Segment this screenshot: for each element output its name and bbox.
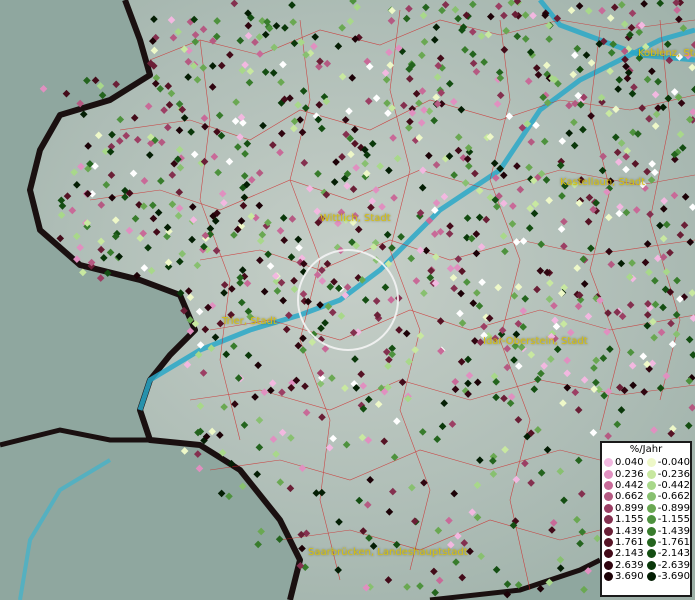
legend-label: -2.143 — [657, 548, 690, 560]
legend-swatch-icon — [604, 515, 613, 525]
legend-swatch-icon — [604, 469, 613, 479]
legend-entry-positive: 2.143 — [604, 548, 647, 559]
legend-label: -1.439 — [657, 525, 690, 537]
legend-label: 2.639 — [615, 559, 644, 571]
legend-swatch-icon — [646, 480, 656, 490]
legend-entry-positive: 0.899 — [604, 503, 647, 514]
legend-entry-positive: 0.442 — [604, 480, 647, 491]
legend-entry-negative: -1.439 — [646, 525, 690, 537]
legend-entry-negative: -0.236 — [646, 468, 690, 480]
map-legend: %/Jahr 0.040 -0.040 0.236 -0.236 0.442 -0.442… — [600, 441, 692, 597]
place-label-trier: Trier, Stadt — [222, 316, 277, 327]
legend-label: -1.155 — [657, 514, 690, 526]
legend-label: -0.442 — [657, 479, 690, 491]
place-label-koblenz: Koblenz, Stadt — [638, 48, 695, 59]
legend-swatch-icon — [604, 526, 613, 536]
legend-entry-positive: 2.639 — [604, 560, 647, 571]
legend-entry-negative: -1.761 — [646, 536, 690, 548]
legend-entry-negative: -2.639 — [646, 559, 690, 571]
legend-swatch-icon — [646, 572, 656, 582]
legend-swatch-icon — [604, 537, 613, 547]
legend-label: 0.236 — [615, 468, 644, 480]
legend-label: 0.899 — [615, 502, 644, 514]
legend-swatch-icon — [646, 515, 656, 525]
legend-swatch-icon — [646, 503, 656, 513]
legend-swatch-icon — [646, 526, 656, 536]
legend-swatch-icon — [604, 458, 613, 468]
place-label-kastellaun: Kastellaun, Stadt — [560, 177, 646, 188]
legend-entry-negative: -0.442 — [646, 479, 690, 491]
place-label-saarbruecken: Saarbrücken, Landeshauptstadt — [308, 547, 468, 558]
place-label-idar-oberstein: Idar-Oberstein, Stadt — [483, 336, 588, 347]
legend-swatch-icon — [646, 492, 656, 502]
legend-swatch-icon — [646, 469, 656, 479]
legend-swatch-icon — [604, 572, 613, 582]
legend-label: -1.761 — [657, 536, 690, 548]
legend-swatch-icon — [604, 480, 613, 490]
legend-label: 1.439 — [615, 525, 644, 537]
map-canvas[interactable] — [0, 0, 695, 600]
legend-entry-positive: 1.439 — [604, 525, 647, 537]
legend-label: 1.155 — [615, 514, 644, 526]
legend-label: -3.690 — [657, 571, 690, 583]
legend-entries: 0.040 -0.040 0.236 -0.236 0.442 -0.442 0.662 -0… — [602, 457, 690, 582]
legend-swatch-icon — [646, 458, 656, 468]
legend-swatch-icon — [604, 549, 613, 559]
legend-label: -2.639 — [657, 559, 690, 571]
legend-label: -0.662 — [657, 491, 690, 503]
legend-entry-positive: 0.236 — [604, 468, 647, 480]
legend-label: -0.899 — [657, 502, 690, 514]
legend-entry-positive: 1.761 — [604, 537, 647, 548]
legend-entry-negative: -3.690 — [646, 571, 690, 583]
legend-label: 3.690 — [615, 571, 644, 583]
legend-swatch-icon — [646, 560, 656, 570]
legend-entry-negative: -0.899 — [646, 502, 690, 514]
legend-swatch-icon — [646, 549, 656, 559]
legend-entry-negative: -1.155 — [646, 514, 690, 526]
legend-entry-negative: -0.662 — [646, 491, 690, 503]
legend-swatch-icon — [646, 537, 656, 547]
legend-label: 0.040 — [615, 457, 644, 469]
legend-entry-positive: 1.155 — [604, 514, 647, 525]
legend-label: -0.236 — [657, 468, 690, 480]
legend-label: -0.040 — [657, 457, 690, 469]
legend-entry-positive: 3.690 — [604, 571, 647, 582]
legend-entry-negative: -0.040 — [646, 457, 690, 469]
legend-label: 1.761 — [615, 536, 644, 548]
legend-label: 0.442 — [615, 479, 644, 491]
legend-entry-negative: -2.143 — [646, 548, 690, 560]
legend-swatch-icon — [604, 560, 613, 570]
legend-label: 2.143 — [615, 548, 644, 560]
legend-entry-positive: 0.040 — [604, 457, 647, 468]
legend-swatch-icon — [604, 492, 613, 502]
legend-swatch-icon — [604, 503, 613, 513]
legend-title: %/Jahr — [629, 444, 663, 455]
place-label-wittlich: Wittlich, Stadt — [320, 213, 391, 224]
legend-label: 0.662 — [615, 491, 644, 503]
legend-entry-positive: 0.662 — [604, 491, 647, 502]
